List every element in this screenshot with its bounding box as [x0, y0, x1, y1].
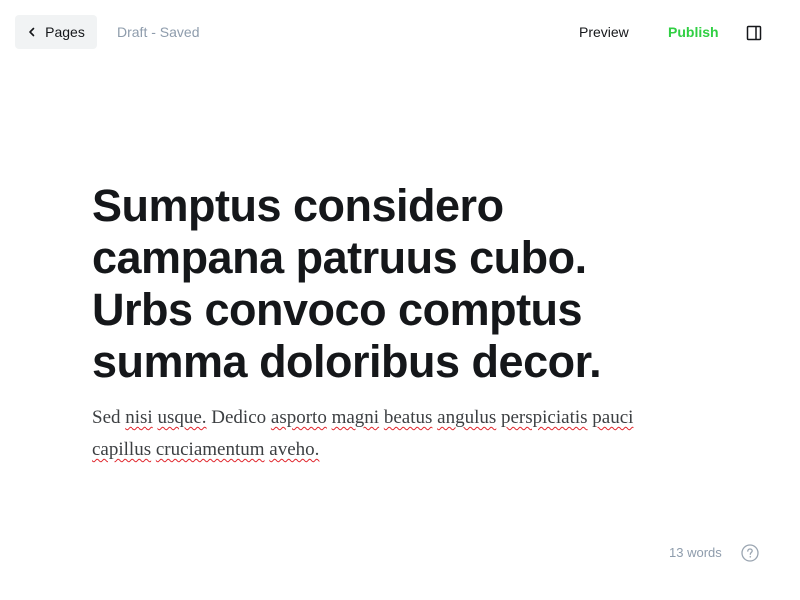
back-to-pages-button[interactable]: Pages	[15, 15, 97, 49]
post-body[interactable]: Sed nisi usque. Dedico asporto magni bea…	[92, 402, 682, 466]
body-word: perspiciatis	[501, 407, 588, 428]
back-button-label: Pages	[45, 24, 85, 40]
post-title[interactable]: Sumptus considero campana patruus cubo. …	[92, 180, 692, 388]
editor-header: Pages Draft - Saved Preview Publish	[0, 0, 800, 64]
post-editor[interactable]: Sumptus considero campana patruus cubo. …	[92, 180, 692, 466]
body-word: cruciamentum	[155, 439, 265, 460]
body-word: Dedico	[211, 407, 267, 428]
body-word: pauci	[592, 407, 634, 428]
body-word: magni	[331, 407, 380, 428]
chevron-left-icon	[29, 27, 35, 37]
body-word: beatus	[383, 407, 433, 428]
sidebar-toggle-icon[interactable]	[746, 25, 762, 41]
body-word: usque.	[157, 407, 207, 428]
body-word: angulus	[437, 407, 497, 428]
body-word: aveho.	[269, 439, 320, 460]
body-word: Sed	[92, 407, 121, 428]
help-circle-icon[interactable]	[741, 544, 759, 562]
body-word: capillus	[92, 439, 152, 460]
body-word: asporto	[270, 407, 327, 428]
save-status: Draft - Saved	[117, 24, 200, 40]
word-count: 13 words	[669, 545, 722, 560]
body-word: nisi	[125, 407, 153, 428]
publish-button[interactable]: Publish	[668, 24, 719, 40]
preview-button[interactable]: Preview	[579, 24, 629, 40]
